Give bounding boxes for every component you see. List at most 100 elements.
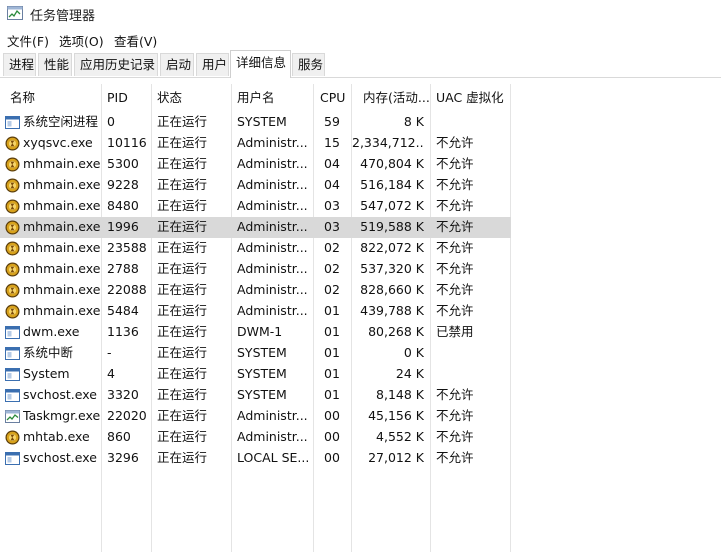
- process-cpu: 02: [324, 282, 340, 297]
- process-uac: 不允许: [436, 429, 474, 444]
- process-uac: 不允许: [436, 387, 474, 402]
- table-row[interactable]: svchost.exe 3320 正在运行 SYSTEM 01 8,148 K 不允许: [0, 385, 511, 406]
- menu-file[interactable]: 文件(F): [7, 31, 49, 50]
- gold-coin-app-icon: [5, 262, 20, 277]
- process-user: LOCAL SE...: [237, 450, 310, 465]
- process-pid: 9228: [107, 177, 139, 192]
- table-row[interactable]: System 4 正在运行 SYSTEM 01 24 K: [0, 364, 511, 385]
- tab-strip: 进程 性能 应用历史记录 启动 用户 详细信息 服务: [0, 50, 721, 78]
- process-status: 正在运行: [157, 303, 208, 318]
- gold-coin-app-icon: [5, 178, 20, 193]
- process-name: 系统空闲进程: [23, 114, 99, 129]
- process-memory: 2,334,712...: [352, 135, 424, 150]
- process-status: 正在运行: [157, 324, 208, 339]
- process-uac: 不允许: [436, 156, 474, 171]
- menu-view[interactable]: 查看(V): [114, 31, 157, 50]
- process-cpu: 01: [324, 387, 340, 402]
- process-name: 系统中断: [23, 345, 74, 360]
- table-row[interactable]: mhmain.exe 5484 正在运行 Administr... 01 439,788 …: [0, 301, 511, 322]
- column-header-status[interactable]: 状态: [157, 84, 182, 112]
- process-pid: 23588: [107, 240, 147, 255]
- process-status: 正在运行: [157, 387, 208, 402]
- tab-app-history[interactable]: 应用历史记录: [74, 53, 158, 76]
- title-bar: 任务管理器: [0, 0, 721, 28]
- process-user: SYSTEM: [237, 345, 287, 360]
- menu-bar: 文件(F) 选项(O) 查看(V): [0, 28, 721, 50]
- process-uac: 不允许: [436, 303, 474, 318]
- process-user: Administr...: [237, 156, 308, 171]
- table-row[interactable]: mhtab.exe 860 正在运行 Administr... 00 4,552 K 不允许: [0, 427, 511, 448]
- process-status: 正在运行: [157, 366, 208, 381]
- process-user: SYSTEM: [237, 114, 287, 129]
- process-pid: 1136: [107, 324, 139, 339]
- process-user: Administr...: [237, 408, 308, 423]
- tab-processes[interactable]: 进程: [3, 53, 36, 76]
- process-memory: 439,788 K: [360, 303, 424, 318]
- process-name: svchost.exe: [23, 450, 97, 465]
- process-pid: 22020: [107, 408, 147, 423]
- table-row[interactable]: 系统中断 - 正在运行 SYSTEM 01 0 K: [0, 343, 511, 364]
- process-cpu: 01: [324, 303, 340, 318]
- menu-options[interactable]: 选项(O): [59, 31, 104, 50]
- column-header-name[interactable]: 名称: [10, 84, 35, 112]
- process-status: 正在运行: [157, 261, 208, 276]
- table-row[interactable]: mhmain.exe 1996 正在运行 Administr... 03 519,588 …: [0, 217, 511, 238]
- column-header-pid[interactable]: PID: [107, 84, 128, 112]
- process-name: xyqsvc.exe: [23, 135, 93, 150]
- column-header-user[interactable]: 用户名: [237, 84, 275, 112]
- table-row[interactable]: dwm.exe 1136 正在运行 DWM-1 01 80,268 K 已禁用: [0, 322, 511, 343]
- process-user: Administr...: [237, 282, 308, 297]
- process-cpu: 15: [324, 135, 340, 150]
- process-pid: 860: [107, 429, 131, 444]
- process-memory: 27,012 K: [368, 450, 424, 465]
- process-uac: 不允许: [436, 240, 474, 255]
- table-row[interactable]: svchost.exe 3296 正在运行 LOCAL SE... 00 27,012 K…: [0, 448, 511, 469]
- table-row[interactable]: xyqsvc.exe 10116 正在运行 Administr... 15 2,334,7…: [0, 133, 511, 154]
- process-cpu: 01: [324, 324, 340, 339]
- process-name: mhmain.exe: [23, 261, 101, 276]
- column-header-memory[interactable]: 内存(活动...: [363, 84, 430, 112]
- process-user: SYSTEM: [237, 387, 287, 402]
- table-row[interactable]: mhmain.exe 5300 正在运行 Administr... 04 470,804 …: [0, 154, 511, 175]
- process-memory: 822,072 K: [360, 240, 424, 255]
- process-uac: [436, 364, 508, 385]
- table-row[interactable]: mhmain.exe 2788 正在运行 Administr... 02 537,320 …: [0, 259, 511, 280]
- process-cpu: 01: [324, 366, 340, 381]
- tab-services[interactable]: 服务: [292, 53, 325, 76]
- process-status: 正在运行: [157, 450, 208, 465]
- window-icon: [5, 388, 20, 403]
- gold-coin-app-icon: [5, 157, 20, 172]
- table-row[interactable]: mhmain.exe 8480 正在运行 Administr... 03 547,072 …: [0, 196, 511, 217]
- column-header-cpu[interactable]: CPU: [320, 84, 345, 112]
- gold-coin-app-icon: [5, 199, 20, 214]
- process-user: SYSTEM: [237, 366, 287, 381]
- process-user: Administr...: [237, 261, 308, 276]
- process-cpu: 04: [324, 156, 340, 171]
- process-uac: 不允许: [436, 282, 474, 297]
- table-row[interactable]: Taskmgr.exe 22020 正在运行 Administr... 00 45,156…: [0, 406, 511, 427]
- column-header-uac[interactable]: UAC 虚拟化: [436, 84, 504, 112]
- table-row[interactable]: mhmain.exe 22088 正在运行 Administr... 02 828,660…: [0, 280, 511, 301]
- tab-users[interactable]: 用户: [196, 53, 229, 76]
- process-uac: 不允许: [436, 198, 474, 213]
- tab-details[interactable]: 详细信息: [230, 50, 291, 78]
- process-name: svchost.exe: [23, 387, 97, 402]
- process-cpu: 00: [324, 429, 340, 444]
- process-pid: -: [107, 345, 112, 360]
- process-name: mhmain.exe: [23, 282, 101, 297]
- tab-startup[interactable]: 启动: [160, 53, 194, 76]
- process-uac: 不允许: [436, 450, 474, 465]
- process-memory: 537,320 K: [360, 261, 424, 276]
- process-memory: 4,552 K: [376, 429, 424, 444]
- table-row[interactable]: mhmain.exe 9228 正在运行 Administr... 04 516,184 …: [0, 175, 511, 196]
- table-row[interactable]: mhmain.exe 23588 正在运行 Administr... 02 822,072…: [0, 238, 511, 259]
- details-table-header: 名称 PID 状态 用户名 CPU 内存(活动... UAC 虚拟化: [0, 84, 721, 112]
- process-status: 正在运行: [157, 219, 208, 234]
- process-pid: 5484: [107, 303, 139, 318]
- process-cpu: 01: [324, 345, 340, 360]
- table-row[interactable]: 系统空闲进程 0 正在运行 SYSTEM 59 8 K: [0, 112, 511, 133]
- process-status: 正在运行: [157, 198, 208, 213]
- process-name: mhtab.exe: [23, 429, 90, 444]
- process-pid: 2788: [107, 261, 139, 276]
- tab-performance[interactable]: 性能: [38, 53, 72, 76]
